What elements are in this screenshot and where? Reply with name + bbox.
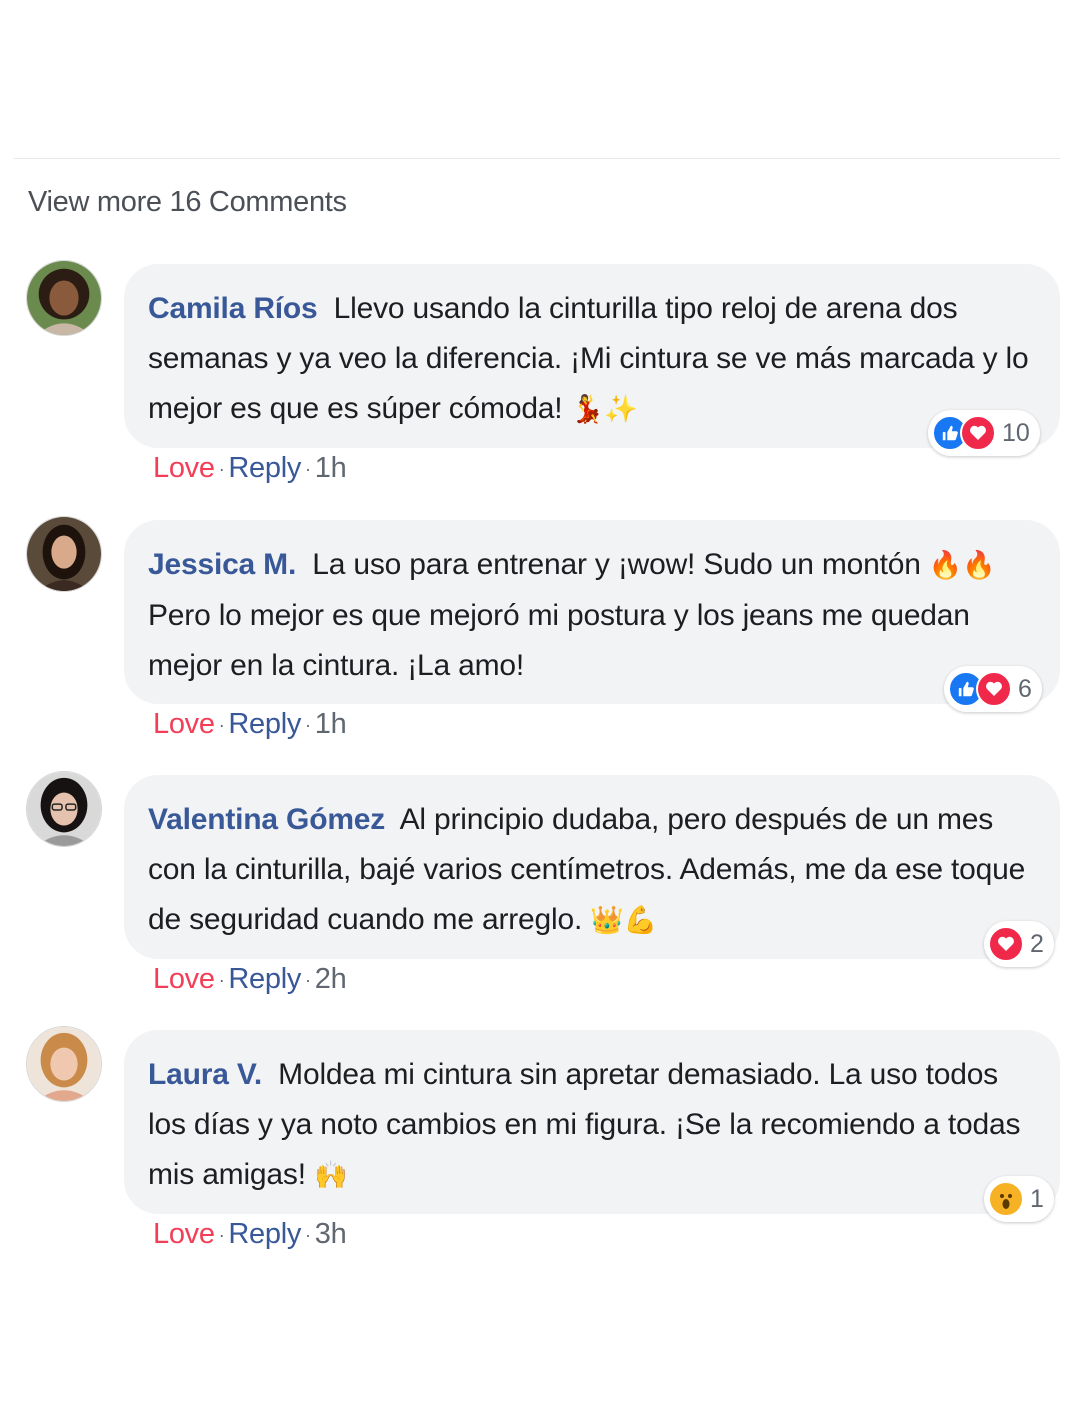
comment-actions: Love · Reply · 1h <box>153 708 347 741</box>
comment-text: Moldea mi cintura sin apretar demasiado.… <box>148 1058 1021 1191</box>
avatar[interactable] <box>26 516 102 592</box>
comment-author[interactable]: Camila Ríos <box>148 292 318 325</box>
reactions-summary[interactable]: 1 <box>984 1176 1054 1222</box>
avatar[interactable] <box>26 1026 102 1102</box>
separator-dot: · <box>305 970 311 990</box>
wow-reaction-icon <box>988 1181 1024 1217</box>
separator-dot: · <box>305 1225 311 1245</box>
comment-bubble: Camila Ríos Llevo usando la cinturilla t… <box>124 264 1060 448</box>
comment-author[interactable]: Laura V. <box>148 1058 262 1091</box>
love-action-button[interactable]: Love <box>153 963 215 995</box>
reaction-count: 6 <box>1018 674 1032 703</box>
separator-dot: · <box>218 459 225 479</box>
comment-author[interactable]: Valentina Gómez <box>148 803 385 836</box>
reply-button[interactable]: Reply <box>228 708 301 740</box>
love-action-button[interactable]: Love <box>153 708 215 740</box>
comment-item: Valentina Gómez Al principio dudaba, per… <box>0 771 1080 1011</box>
comment-emoji: 💃✨ <box>570 394 638 425</box>
love-action-button[interactable]: Love <box>153 452 215 484</box>
comment-actions: Love · Reply · 3h <box>153 1218 347 1251</box>
comment-actions: Love · Reply · 1h <box>153 452 347 485</box>
reactions-summary[interactable]: 6 <box>944 666 1042 712</box>
love-reaction-icon <box>976 671 1012 707</box>
separator-dot: · <box>305 459 311 479</box>
comment-time[interactable]: 3h <box>315 1218 347 1250</box>
comment-item: Laura V. Moldea mi cintura sin apretar d… <box>0 1026 1080 1266</box>
separator-dot: · <box>218 715 225 735</box>
comment-emoji: 👑💪 <box>590 905 658 936</box>
comment-bubble: Valentina Gómez Al principio dudaba, per… <box>124 775 1060 959</box>
avatar[interactable] <box>26 771 102 847</box>
comment-item: Camila Ríos Llevo usando la cinturilla t… <box>0 260 1080 500</box>
comment-time[interactable]: 1h <box>315 452 347 484</box>
comment-bubble: Laura V. Moldea mi cintura sin apretar d… <box>124 1030 1060 1214</box>
separator-dot: · <box>305 715 311 735</box>
reactions-summary[interactable]: 10 <box>928 410 1040 456</box>
reply-button[interactable]: Reply <box>228 452 301 484</box>
avatar[interactable] <box>26 260 102 336</box>
reply-button[interactable]: Reply <box>228 1218 301 1250</box>
reaction-count: 2 <box>1030 929 1044 958</box>
separator-dot: · <box>218 1225 225 1245</box>
comment-time[interactable]: 2h <box>315 963 347 995</box>
love-reaction-icon <box>988 926 1024 962</box>
comment-text-start: La uso para entrenar y ¡wow! Sudo un mon… <box>312 548 921 581</box>
comment-emoji: 🙌 <box>313 1160 348 1191</box>
view-more-comments-link[interactable]: View more 16 Comments <box>28 186 347 219</box>
comment-actions: Love · Reply · 2h <box>153 963 347 996</box>
love-reaction-icon <box>960 415 996 451</box>
comment-author[interactable]: Jessica M. <box>148 548 296 581</box>
comment-time[interactable]: 1h <box>315 708 347 740</box>
comment-text: Pero lo mejor es que mejoró mi postura y… <box>148 599 970 682</box>
separator-dot: · <box>218 970 225 990</box>
top-divider <box>14 158 1060 159</box>
comment-emoji: 🔥🔥 <box>928 550 996 581</box>
reaction-count: 1 <box>1030 1184 1044 1213</box>
comment-item: Jessica M. La uso para entrenar y ¡wow! … <box>0 516 1080 756</box>
reply-button[interactable]: Reply <box>228 963 301 995</box>
love-action-button[interactable]: Love <box>153 1218 215 1250</box>
reaction-count: 10 <box>1002 418 1030 447</box>
comment-bubble: Jessica M. La uso para entrenar y ¡wow! … <box>124 520 1060 704</box>
reactions-summary[interactable]: 2 <box>984 921 1054 967</box>
